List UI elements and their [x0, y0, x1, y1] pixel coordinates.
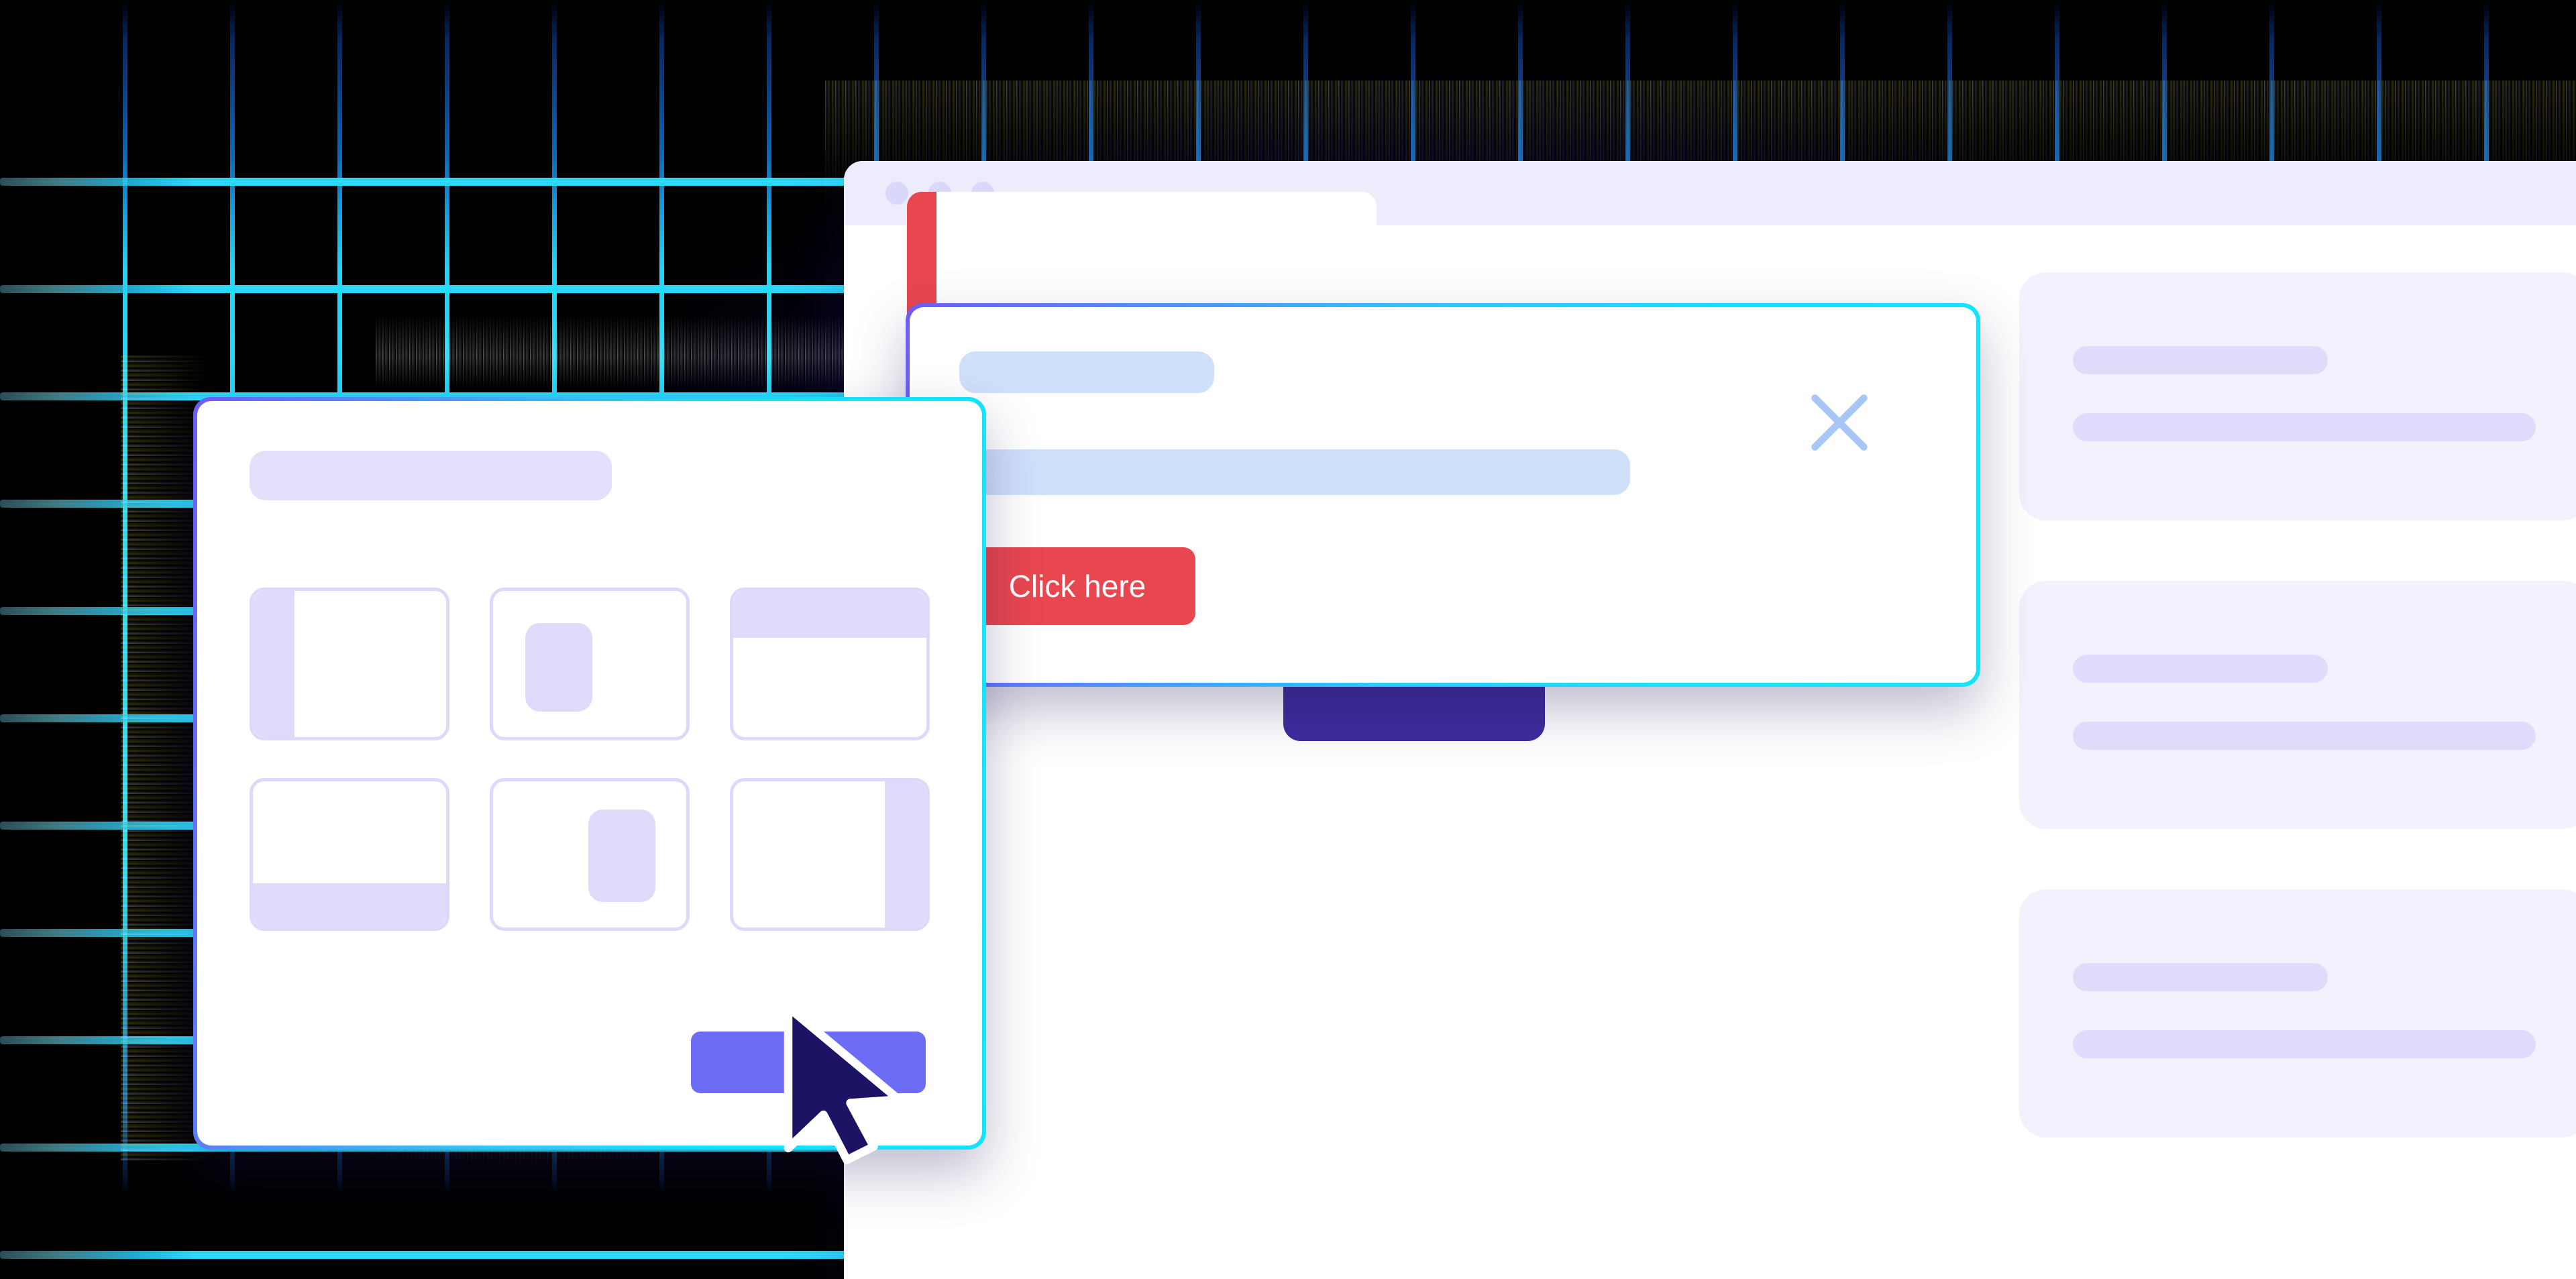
list-item[interactable]: [2019, 272, 2576, 520]
modal-dialog: Click here: [906, 303, 1980, 687]
template-option-left-sidebar-layout[interactable]: [250, 588, 449, 740]
template-option-centered-block-layout[interactable]: [490, 588, 690, 740]
illustration-stage: Hero Heading Sub Heading: [0, 0, 2576, 1279]
window-dot-close-icon[interactable]: [885, 182, 908, 205]
list-item[interactable]: [2019, 581, 2576, 829]
skeleton-line-long: [2073, 1030, 2536, 1058]
template-option-right-block-layout[interactable]: [490, 778, 690, 931]
template-option-top-bar-layout[interactable]: [730, 588, 930, 740]
template-shape-left-rail: [253, 591, 294, 737]
side-card-list: [2019, 272, 2576, 1137]
list-item[interactable]: [2019, 889, 2576, 1137]
template-option-footer-bar-layout[interactable]: [250, 778, 449, 931]
template-shape-top-bar: [733, 591, 926, 638]
template-shape-center-box: [525, 623, 592, 712]
template-shape-right-box: [588, 810, 655, 902]
click-here-button[interactable]: Click here: [959, 547, 1195, 625]
modal-title-placeholder: [959, 351, 1214, 393]
skeleton-line-short: [2073, 346, 2328, 374]
skeleton-line-long: [2073, 413, 2536, 441]
skeleton-line-short: [2073, 963, 2328, 991]
mouse-cursor-icon: [778, 1001, 919, 1168]
template-grid: [250, 588, 930, 931]
template-shape-bottom-bar: [253, 883, 446, 928]
picker-header-placeholder: [250, 451, 612, 500]
template-shape-right-rail: [885, 781, 926, 928]
close-icon[interactable]: [1807, 390, 1872, 455]
skeleton-line-long: [2073, 722, 2536, 750]
modal-body: Click here: [910, 307, 1976, 683]
template-option-right-sidebar-layout[interactable]: [730, 778, 930, 931]
skeleton-line-short: [2073, 655, 2328, 683]
modal-body-placeholder: [959, 449, 1630, 495]
